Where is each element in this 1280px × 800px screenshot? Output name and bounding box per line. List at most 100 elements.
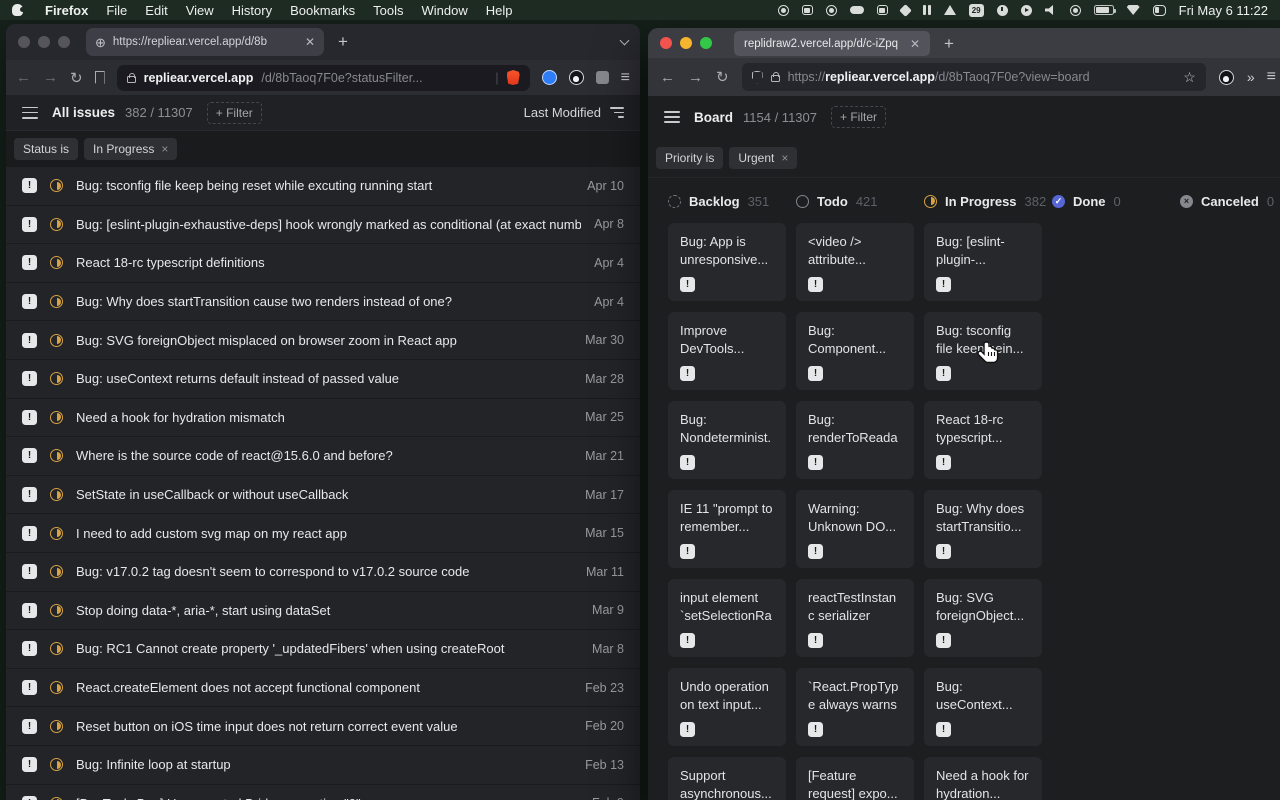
- github-extension-icon[interactable]: [1219, 70, 1234, 85]
- sidebar-hamburger-icon[interactable]: [22, 107, 38, 119]
- remove-filter-icon[interactable]: ×: [781, 151, 788, 165]
- kanban-card[interactable]: Bug: renderToReadab!: [796, 401, 914, 479]
- menubar-item-window[interactable]: Window: [422, 3, 468, 18]
- sidebar-hamburger-icon[interactable]: [664, 111, 680, 123]
- volume-icon[interactable]: [1045, 5, 1057, 15]
- forward-button[interactable]: →: [43, 69, 58, 86]
- tracking-protection-shield-icon[interactable]: [752, 71, 763, 84]
- kanban-card[interactable]: Bug: Component...!: [796, 312, 914, 390]
- menubar-item-file[interactable]: File: [106, 3, 127, 18]
- minimize-window-button[interactable]: [38, 36, 50, 48]
- zoom-window-button[interactable]: [58, 36, 70, 48]
- kanban-card[interactable]: Undo operation on text input...!: [668, 668, 786, 746]
- new-tab-button[interactable]: +: [944, 31, 954, 56]
- issue-row[interactable]: !I need to add custom svg map on my reac…: [6, 514, 640, 553]
- right-browser-tab[interactable]: replidraw2.vercel.app/d/c-iZpq ✕: [734, 31, 930, 56]
- menubar-item-tools[interactable]: Tools: [373, 3, 403, 18]
- right-traffic-lights[interactable]: [660, 37, 712, 49]
- kanban-card[interactable]: IE 11 "prompt to remember...!: [668, 490, 786, 568]
- cloud-icon[interactable]: [850, 6, 864, 14]
- close-tab-icon[interactable]: ✕: [910, 37, 920, 51]
- alert-triangle-icon[interactable]: [944, 5, 956, 15]
- issue-row[interactable]: !React 18-rc typescript definitionsApr 4: [6, 244, 640, 283]
- bookmark-icon[interactable]: [95, 71, 105, 84]
- issue-row[interactable]: !Stop doing data-*, aria-*, start using …: [6, 592, 640, 631]
- bookmark-star-icon[interactable]: ☆: [1183, 69, 1196, 86]
- browser-menu-icon[interactable]: ≡: [1267, 69, 1276, 85]
- issue-row[interactable]: !Where is the source code of react@15.6.…: [6, 437, 640, 476]
- menubar-item-bookmarks[interactable]: Bookmarks: [290, 3, 355, 18]
- left-url-bar[interactable]: repliear.vercel.app /d/8bTaoq7F0e?status…: [117, 65, 530, 91]
- stats-bars-icon[interactable]: [923, 5, 931, 15]
- back-button[interactable]: ←: [660, 69, 675, 86]
- sync-icon[interactable]: [826, 5, 837, 16]
- issue-row[interactable]: !Bug: useContext returns default instead…: [6, 360, 640, 399]
- back-button[interactable]: ←: [16, 69, 31, 86]
- issue-row[interactable]: !Bug: v17.0.2 tag doesn't seem to corres…: [6, 553, 640, 592]
- kanban-card[interactable]: Support asynchronous...!: [668, 757, 786, 800]
- filter-chip[interactable]: Status is: [14, 138, 78, 160]
- close-tab-icon[interactable]: ✕: [305, 35, 315, 49]
- kanban-card[interactable]: Bug: SVG foreignObject...!: [924, 579, 1042, 657]
- issue-row[interactable]: !Bug: Infinite loop at startupFeb 13: [6, 746, 640, 785]
- issue-row[interactable]: !SetState in useCallback or without useC…: [6, 476, 640, 515]
- zoom-window-button[interactable]: [700, 37, 712, 49]
- issue-row[interactable]: !Bug: RC1 Cannot create property '_updat…: [6, 630, 640, 669]
- wifi-icon[interactable]: [1127, 5, 1140, 15]
- kanban-card[interactable]: <video /> attribute...!: [796, 223, 914, 301]
- new-tab-button[interactable]: +: [338, 32, 348, 52]
- add-filter-button[interactable]: + Filter: [831, 106, 886, 128]
- issue-row[interactable]: !Need a hook for hydration mismatchMar 2…: [6, 399, 640, 438]
- kanban-card[interactable]: Warning: Unknown DO...!: [796, 490, 914, 568]
- kanban-card[interactable]: Need a hook for hydration...!: [924, 757, 1042, 800]
- issue-row[interactable]: !Bug: tsconfig file keep being reset whi…: [6, 167, 640, 206]
- docker-icon[interactable]: [877, 5, 888, 15]
- assistant-icon[interactable]: [1070, 5, 1081, 16]
- battery-icon[interactable]: [1094, 5, 1114, 15]
- power-icon[interactable]: [997, 5, 1008, 16]
- filter-chip[interactable]: Priority is: [656, 147, 723, 169]
- kanban-card[interactable]: Bug: Nondeterminist.!: [668, 401, 786, 479]
- calendar-icon[interactable]: 29: [969, 4, 984, 17]
- issue-row[interactable]: !Reset button on iOS time input does not…: [6, 707, 640, 746]
- right-url-bar[interactable]: https:// repliear.vercel.app /d/8bTaoq7F…: [742, 63, 1206, 91]
- menubar-item-view[interactable]: View: [186, 3, 214, 18]
- issue-row[interactable]: !React.createElement does not accept fun…: [6, 669, 640, 708]
- issue-row[interactable]: !Bug: [eslint-plugin-exhaustive-deps] ho…: [6, 206, 640, 245]
- dropbox-icon[interactable]: [899, 4, 912, 17]
- issue-row[interactable]: ![DevTools Bug] Unsupported Bridge opera…: [6, 785, 640, 800]
- minimize-window-button[interactable]: [680, 37, 692, 49]
- close-window-button[interactable]: [660, 37, 672, 49]
- extensions-puzzle-icon[interactable]: [596, 71, 609, 84]
- reload-button[interactable]: ↻: [716, 68, 729, 86]
- menubar-item-help[interactable]: Help: [486, 3, 513, 18]
- sort-control[interactable]: Last Modified: [524, 105, 624, 120]
- issue-row[interactable]: !Bug: SVG foreignObject misplaced on bro…: [6, 321, 640, 360]
- kanban-card[interactable]: reactTestInstanc serializer!: [796, 579, 914, 657]
- github-extension-icon[interactable]: [569, 70, 584, 85]
- menubar-item-history[interactable]: History: [232, 3, 272, 18]
- kanban-card[interactable]: [Feature request] expo...!: [796, 757, 914, 800]
- control-toggles-icon[interactable]: [1153, 5, 1166, 16]
- play-circle-icon[interactable]: [1021, 5, 1032, 16]
- kanban-card[interactable]: Bug: [eslint-plugin-...!: [924, 223, 1042, 301]
- menubar-app-name[interactable]: Firefox: [45, 3, 88, 18]
- kanban-card[interactable]: `React.PropType always warns ab!: [796, 668, 914, 746]
- kanban-card[interactable]: Improve DevTools...!: [668, 312, 786, 390]
- kanban-card[interactable]: Bug: useContext...!: [924, 668, 1042, 746]
- filter-chip[interactable]: In Progress×: [84, 138, 177, 160]
- browser-menu-icon[interactable]: ≡: [621, 70, 630, 86]
- tab-overflow-chevron-icon[interactable]: [620, 36, 630, 46]
- left-traffic-lights[interactable]: [18, 36, 70, 48]
- add-filter-button[interactable]: + Filter: [207, 102, 262, 124]
- kanban-card[interactable]: Bug: Why does startTransitio...!: [924, 490, 1042, 568]
- reload-button[interactable]: ↻: [70, 69, 83, 87]
- left-browser-tab[interactable]: ⊕ https://repliear.vercel.app/d/8b ✕: [86, 28, 324, 56]
- filter-chip[interactable]: Urgent×: [729, 147, 797, 169]
- issue-row[interactable]: !Bug: Why does startTransition cause two…: [6, 283, 640, 322]
- kanban-card[interactable]: input element `setSelectionRa!: [668, 579, 786, 657]
- menubar-clock[interactable]: Fri May 6 11:22: [1179, 3, 1268, 18]
- close-window-button[interactable]: [18, 36, 30, 48]
- kanban-card[interactable]: React 18-rc typescript...!: [924, 401, 1042, 479]
- apple-menu-icon[interactable]: [12, 4, 23, 16]
